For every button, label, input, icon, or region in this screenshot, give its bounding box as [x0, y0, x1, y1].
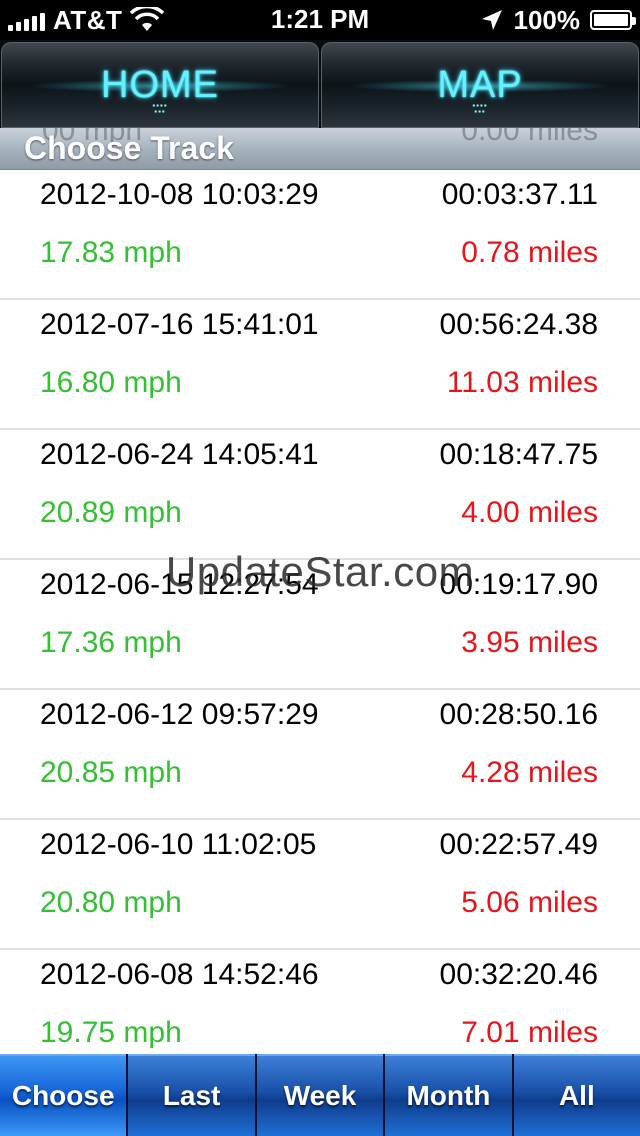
track-row[interactable]: 2012-06-08 14:52:46 00:32:20.46 19.75 mph 7… [0, 950, 640, 1054]
tab-label: Choose [11, 1080, 115, 1111]
track-duration: 00:22:57.49 [439, 828, 598, 861]
tab-label: Week [283, 1080, 357, 1111]
track-distance: 4.00 miles [461, 496, 598, 529]
track-speed: 20.85 mph [40, 756, 182, 789]
tab-all[interactable]: All [513, 1054, 640, 1136]
track-row[interactable]: 2012-10-08 10:03:29 00:03:37.11 17.83 mph 0… [0, 170, 640, 300]
track-row[interactable]: 2012-06-24 14:05:41 00:18:47.75 20.89 mph 4… [0, 430, 640, 560]
tab-label: Month [406, 1080, 491, 1111]
battery-icon [590, 10, 636, 30]
battery-percent: 100% [513, 4, 581, 35]
status-right: 100% [480, 4, 636, 36]
track-date: 2012-06-24 14:05:41 [40, 438, 319, 471]
track-list[interactable]: 2012-10-08 10:03:29 00:03:37.11 17.83 mph 0… [0, 170, 640, 1054]
track-duration: 00:03:37.11 [441, 178, 598, 211]
track-speed: 20.80 mph [40, 886, 182, 919]
tab-choose[interactable]: Choose [0, 1054, 127, 1136]
track-date: 2012-06-08 14:52:46 [40, 958, 319, 991]
home-button[interactable]: HOME ▪▪▪▪ ▪▪▪ [1, 42, 319, 128]
track-distance: 11.03 miles [446, 366, 598, 399]
track-date: 2012-10-08 10:03:29 [40, 178, 319, 211]
track-distance: 4.28 miles [461, 756, 598, 789]
track-speed: 19.75 mph [40, 1016, 182, 1049]
grip-dots-icon: ▪▪▪▪ ▪▪▪ [152, 101, 168, 116]
track-duration: 00:56:24.38 [439, 308, 598, 341]
track-date: 2012-06-10 11:02:05 [40, 828, 317, 861]
map-button[interactable]: MAP ▪▪▪▪ ▪▪▪ [321, 42, 639, 128]
tab-label: All [558, 1080, 595, 1111]
track-duration: 00:32:20.46 [439, 958, 598, 991]
tab-last[interactable]: Last [128, 1054, 255, 1136]
ghost-distance: 0.00 miles [461, 128, 598, 147]
track-speed: 16.80 mph [40, 366, 182, 399]
tab-week[interactable]: Week [256, 1054, 384, 1136]
track-row[interactable]: 2012-06-12 09:57:29 00:28:50.16 20.85 mph 4… [0, 690, 640, 820]
track-duration: 00:19:17.90 [439, 568, 598, 601]
track-date: 2012-06-12 09:57:29 [40, 698, 319, 731]
section-header: 00 mph 0.00 miles Choose Track [0, 128, 640, 170]
tab-bar: Choose Last Week Month All [0, 1054, 640, 1136]
track-duration: 00:18:47.75 [439, 438, 598, 471]
grip-dots-icon: ▪▪▪▪ ▪▪▪ [472, 101, 488, 116]
track-speed: 20.89 mph [40, 496, 182, 529]
track-speed: 17.36 mph [40, 626, 182, 659]
status-bar: AT&T 1:21 PM 100% [0, 0, 640, 40]
tab-month[interactable]: Month [385, 1054, 512, 1136]
section-title: Choose Track [24, 130, 234, 166]
battery-fill [594, 14, 628, 26]
track-distance: 3.95 miles [461, 626, 598, 659]
tab-label: Last [162, 1080, 221, 1111]
track-row[interactable]: 2012-06-15 12:27:54 00:19:17.90 17.36 mph 3… [0, 560, 640, 690]
track-date: 2012-06-15 12:27:54 [40, 568, 319, 601]
track-duration: 00:28:50.16 [439, 698, 598, 731]
track-date: 2012-07-16 15:41:01 [40, 308, 319, 341]
track-distance: 7.01 miles [461, 1016, 598, 1049]
track-distance: 0.78 miles [461, 236, 598, 269]
track-speed: 17.83 mph [40, 236, 182, 269]
top-nav: HOME ▪▪▪▪ ▪▪▪ MAP ▪▪▪▪ ▪▪▪ [0, 40, 640, 128]
location-arrow-icon [481, 10, 502, 30]
track-row[interactable]: 2012-06-10 11:02:05 00:22:57.49 20.80 mph 5… [0, 820, 640, 950]
track-distance: 5.06 miles [461, 886, 598, 919]
track-row[interactable]: 2012-07-16 15:41:01 00:56:24.38 16.80 mph 1… [0, 300, 640, 430]
